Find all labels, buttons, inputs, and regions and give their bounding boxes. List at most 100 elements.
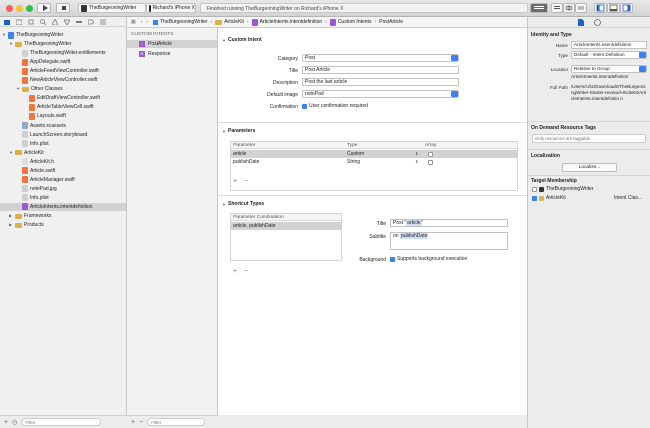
related-items-icon[interactable]: ▦ (131, 19, 136, 25)
navigator-filter-input[interactable] (21, 418, 102, 426)
target-checkbox[interactable] (532, 186, 537, 192)
target-row[interactable]: TheBurgeoningWriter (532, 185, 647, 193)
localize-button[interactable]: Localize... (562, 163, 617, 172)
report-icon[interactable] (100, 19, 106, 25)
add-parameter-button[interactable]: + (233, 178, 237, 185)
version-editor-button[interactable] (575, 3, 587, 13)
confirmation-checkbox[interactable]: User confirmation required (302, 102, 368, 110)
assistant-editor-button[interactable] (563, 3, 575, 13)
tree-item[interactable]: ▶ Products (0, 221, 126, 229)
parameters-section-header[interactable]: ▼ Parameters (222, 128, 255, 134)
tree-item[interactable]: ArticleIntents.intentdefinition (0, 202, 126, 211)
add-combination-button[interactable]: + (233, 268, 237, 275)
tree-item[interactable]: Assets.xcassets (0, 122, 126, 130)
tree-item[interactable]: TheBurgeoningWriter.entitlements (0, 49, 126, 57)
combination-row[interactable]: article, publishDate (231, 222, 341, 230)
tree-item[interactable]: ▼ TheBurgeoningWriter (0, 40, 126, 48)
array-checkbox[interactable] (428, 151, 433, 157)
target-class-generation[interactable]: Intent Clas... (614, 194, 642, 202)
parameter-type[interactable]: String (347, 159, 360, 165)
file-inspector-icon[interactable] (578, 18, 584, 26)
library-button[interactable] (530, 3, 548, 13)
recent-files-icon[interactable]: ◷ (12, 419, 17, 426)
tree-item[interactable]: notePad.jpg (0, 185, 126, 193)
tree-item[interactable]: LaunchScreen.storyboard (0, 131, 126, 139)
shortcut-types-section-header[interactable]: ▼ Shortcut Types (222, 201, 264, 207)
parameter-row[interactable]: publishDate String ⇕ (231, 158, 517, 166)
tree-item[interactable]: ▼ ArticleKit (0, 149, 126, 157)
description-field[interactable]: Post the last article (302, 78, 459, 86)
close-window-button[interactable] (6, 5, 13, 12)
name-field[interactable]: ArticleIntents.intentdefinition (571, 41, 647, 49)
test-icon[interactable] (64, 19, 70, 25)
location-popup[interactable]: Relative to Group (571, 65, 647, 73)
device-selector[interactable]: Richard's iPhone X (146, 3, 196, 13)
issue-icon[interactable] (52, 18, 58, 25)
intents-group-icon (329, 18, 336, 26)
jump-item-intent[interactable]: PostArticle (379, 19, 403, 25)
scheme-selector[interactable]: TheBurgeoningWriter (78, 3, 146, 13)
standard-editor-button[interactable] (551, 3, 563, 13)
debug-icon[interactable] (76, 19, 82, 25)
tree-item[interactable]: EditDraftViewController.swift (0, 94, 126, 102)
tree-item[interactable]: Info.plist (0, 140, 126, 148)
stop-button[interactable] (56, 3, 70, 13)
back-icon[interactable]: ‹ (141, 19, 143, 25)
quick-help-icon[interactable] (594, 18, 601, 26)
jump-item-group[interactable]: ArticleKit (224, 19, 244, 25)
tree-item[interactable]: AppDelegate.swift (0, 58, 126, 66)
tree-item[interactable]: ▼ Other Classes (0, 85, 126, 93)
tree-item[interactable]: Layouts.swift (0, 112, 126, 120)
tree-item-label: Products (24, 222, 44, 229)
tree-item[interactable]: ▶ Frameworks (0, 212, 126, 220)
tree-item[interactable]: ArticleFeedViewController.swift (0, 67, 126, 75)
tree-item[interactable]: Article.swift (0, 167, 126, 175)
parameter-type[interactable]: Custom (347, 151, 364, 157)
parameter-token[interactable]: article (406, 220, 422, 226)
tree-item[interactable]: Info.plist (0, 194, 126, 202)
forward-icon[interactable]: › (146, 19, 148, 25)
tree-item[interactable]: ArticleTableViewCell.swift (0, 103, 126, 111)
shortcut-subtitle-field[interactable]: on publishDate (390, 232, 508, 250)
minimize-window-button[interactable] (16, 5, 23, 12)
target-checkbox-checked[interactable] (532, 195, 537, 201)
folder-tab-icon[interactable] (4, 19, 10, 25)
jump-item-section[interactable]: Custom Intents (338, 19, 372, 25)
jump-item-project[interactable]: TheBurgeoningWriter (160, 19, 207, 25)
toggle-navigator-button[interactable] (594, 3, 607, 13)
symbol-icon[interactable] (28, 19, 34, 25)
category-popup[interactable]: Post (302, 54, 459, 62)
breakpoint-icon[interactable] (88, 19, 94, 25)
zoom-window-button[interactable] (26, 5, 33, 12)
default-image-popup[interactable]: notePad (302, 90, 459, 98)
toggle-debug-button[interactable] (607, 3, 620, 13)
run-button[interactable] (37, 3, 51, 13)
custom-intent-section-header[interactable]: ▼ Custom Intent (222, 37, 262, 43)
parameter-row[interactable]: article Custom ⇕ (231, 150, 517, 158)
target-row[interactable]: ArticleKit Intent Clas... (532, 194, 647, 202)
add-intent-icon[interactable]: + (131, 419, 135, 426)
remove-parameter-button[interactable]: − (244, 178, 248, 185)
jump-item-file[interactable]: ArticleIntents.intentdefinition (260, 19, 323, 25)
shortcut-title-field[interactable]: Post "article" (390, 219, 508, 227)
toggle-inspector-button[interactable] (620, 3, 633, 13)
background-checkbox[interactable]: Supports background execution (390, 255, 467, 263)
intent-item-response[interactable]: R Response (127, 50, 217, 58)
ondemand-tags-input[interactable] (532, 134, 646, 143)
title-field[interactable]: Post Article (302, 66, 459, 74)
find-icon[interactable] (40, 18, 46, 25)
parameter-token[interactable]: publishDate (399, 233, 429, 239)
add-file-icon[interactable]: + (4, 419, 8, 426)
tree-item[interactable]: NewArticleViewController.swift (0, 76, 126, 84)
intent-item-postarticle[interactable]: I PostArticle (127, 40, 217, 48)
intents-filter-input[interactable] (147, 418, 206, 426)
tree-item[interactable]: ArticleManager.swift (0, 176, 126, 184)
type-popup[interactable]: Default - Intent Definition (571, 51, 647, 59)
remove-combination-button[interactable]: − (244, 268, 248, 275)
source-control-icon[interactable] (16, 19, 22, 25)
array-checkbox[interactable] (428, 159, 433, 165)
chevron-down-icon (639, 66, 646, 72)
tree-item[interactable]: ▼ TheBurgeoningWriter (0, 31, 126, 39)
remove-intent-icon[interactable]: − (139, 419, 143, 426)
tree-item[interactable]: ArticleKit.h (0, 158, 126, 166)
